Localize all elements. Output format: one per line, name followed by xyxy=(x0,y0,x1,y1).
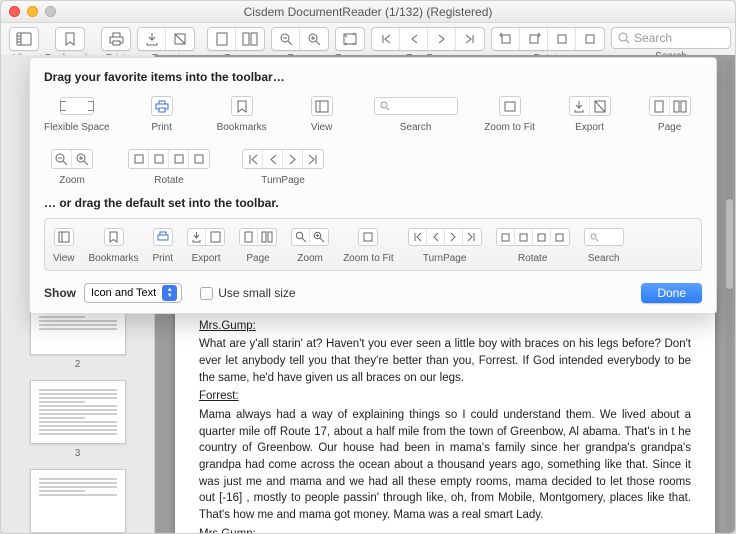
zoom-in-icon xyxy=(72,150,92,168)
toolbar-palette: Flexible Space Print Bookmarks View Sear… xyxy=(44,94,702,186)
view-icon xyxy=(312,97,332,115)
scrollbar-thumb[interactable] xyxy=(726,199,733,289)
d-export-icon xyxy=(188,229,206,245)
page-next-button[interactable] xyxy=(428,28,456,50)
done-button[interactable]: Done xyxy=(641,283,702,303)
palette-search[interactable]: Search xyxy=(374,94,458,133)
use-small-size-checkbox[interactable]: Use small size xyxy=(200,286,295,300)
next-page-icon xyxy=(283,150,303,168)
default-toolbar-set[interactable]: View Bookmarks Print Export Page Zoom Zo… xyxy=(44,218,702,271)
page-prev-button[interactable] xyxy=(400,28,428,50)
rotate-ccw-icon xyxy=(129,150,149,168)
bookmarks-button[interactable] xyxy=(56,28,84,50)
d-print-icon xyxy=(154,229,172,245)
zoom-out-button[interactable] xyxy=(272,28,300,50)
export-share-button[interactable] xyxy=(166,28,194,50)
first-page-icon xyxy=(243,150,263,168)
thumbnail-page-3[interactable] xyxy=(30,380,126,444)
flexible-space-icon xyxy=(60,97,94,115)
customize-toolbar-sheet: Drag your favorite items into the toolba… xyxy=(29,57,717,314)
checkbox-icon xyxy=(200,287,213,300)
window-title: Cisdem DocumentReader (1/132) (Registere… xyxy=(1,5,735,19)
thumb-2-num: 2 xyxy=(75,359,81,370)
zoom-fit-icon xyxy=(500,97,520,115)
rotate-icon-4 xyxy=(189,150,209,168)
palette-page[interactable]: Page xyxy=(642,94,698,133)
palette-print[interactable]: Print xyxy=(134,94,190,133)
show-label: Show xyxy=(44,286,76,300)
palette-rotate[interactable]: Rotate xyxy=(124,147,214,186)
document-page: me that sometimes we all do things that,… xyxy=(175,287,715,533)
prev-page-icon xyxy=(263,150,283,168)
rotate-ccw2-button[interactable] xyxy=(548,28,576,50)
page-first-button[interactable] xyxy=(372,28,400,50)
search-field[interactable]: Search xyxy=(611,27,731,49)
rotate-cw2-button[interactable] xyxy=(576,28,604,50)
palette-zoom[interactable]: Zoom xyxy=(44,147,100,186)
page-single-icon xyxy=(650,97,670,115)
palette-flexible-space[interactable]: Flexible Space xyxy=(44,94,110,133)
doc-l3: Forrest: xyxy=(199,390,239,402)
page-double-button[interactable] xyxy=(236,28,264,50)
palette-view[interactable]: View xyxy=(294,94,350,133)
view-button[interactable] xyxy=(10,28,38,50)
palette-turnpage[interactable]: TurnPage xyxy=(238,147,328,186)
thumbnail-page-4[interactable] xyxy=(30,469,126,533)
rotate-ccw-button[interactable] xyxy=(492,28,520,50)
titlebar: Cisdem DocumentReader (1/132) (Registere… xyxy=(1,1,735,23)
export-out-icon xyxy=(590,97,610,115)
palette-zoom-fit[interactable]: Zoom to Fit xyxy=(482,94,538,133)
page-single-button[interactable] xyxy=(208,28,236,50)
export-download-button[interactable] xyxy=(138,28,166,50)
d-view-icon xyxy=(55,229,73,245)
page-double-icon xyxy=(670,97,690,115)
d-page1-icon xyxy=(240,229,258,245)
search-icon xyxy=(374,97,458,115)
page-last-button[interactable] xyxy=(456,28,484,50)
select-arrows-icon: ▲▼ xyxy=(162,285,177,301)
search-placeholder: Search xyxy=(634,31,672,45)
show-mode-select[interactable]: Icon and Text ▲▼ xyxy=(84,283,182,303)
d-bookmark-icon xyxy=(105,229,123,245)
rotate-cw-button[interactable] xyxy=(520,28,548,50)
last-page-icon xyxy=(303,150,323,168)
d-zoomout-icon xyxy=(292,229,310,245)
export-down-icon xyxy=(570,97,590,115)
palette-export[interactable]: Export xyxy=(562,94,618,133)
print-button[interactable] xyxy=(102,28,130,50)
bookmark-icon xyxy=(232,97,252,115)
vertical-scrollbar[interactable] xyxy=(726,59,733,529)
rotate-cw-icon xyxy=(149,150,169,168)
zoom-in-button[interactable] xyxy=(300,28,328,50)
doc-l4: Mama always had a way of explaining thin… xyxy=(199,407,691,524)
print-icon xyxy=(152,97,172,115)
zoom-fit-button[interactable] xyxy=(336,28,364,50)
d-zoomfit-icon xyxy=(359,229,377,245)
doc-l1: Mrs.Gump: xyxy=(199,320,256,332)
doc-l5: Mrs.Gump: xyxy=(199,528,256,533)
search-icon xyxy=(618,32,630,44)
palette-bookmarks[interactable]: Bookmarks xyxy=(214,94,270,133)
zoom-out-icon xyxy=(52,150,72,168)
rotate-icon-3 xyxy=(169,150,189,168)
doc-l2: What are y'all starin' at? Haven't you e… xyxy=(199,336,691,386)
thumb-3-num: 3 xyxy=(75,448,81,459)
sheet-heading: Drag your favorite items into the toolba… xyxy=(44,70,702,84)
sheet-subheading: … or drag the default set into the toolb… xyxy=(44,196,702,210)
sheet-footer: Show Icon and Text ▲▼ Use small size Don… xyxy=(44,283,702,303)
